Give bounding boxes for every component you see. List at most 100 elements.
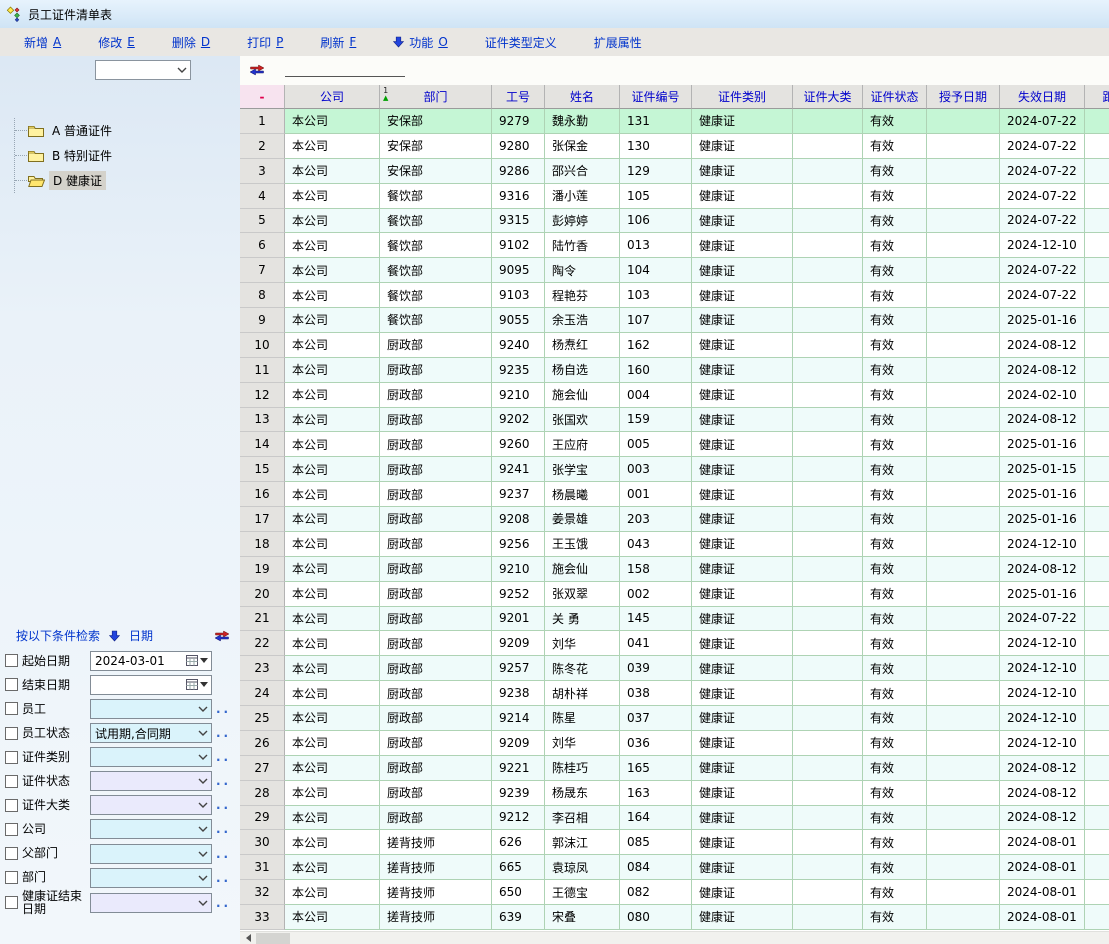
toolbar-button-delete[interactable]: 删除D [172,34,210,51]
combo-cert-status[interactable] [90,771,212,791]
column-header-1[interactable]: 公司 [285,85,380,109]
table-row[interactable]: 27本公司厨政部9221陈桂巧165健康证有效2024-08-12 [240,756,1109,781]
table-row[interactable]: 13本公司厨政部9202张国欢159健康证有效2024-08-12 [240,408,1109,433]
chevron-down-icon[interactable] [198,706,208,712]
table-row[interactable]: 12本公司厨政部9210施会仙004健康证有效2024-02-10 [240,383,1109,408]
browse-dots[interactable]: .. [216,871,231,885]
toolbar-button-cert-type-define[interactable]: 证件类型定义 [485,34,557,51]
chevron-down-icon[interactable] [198,875,208,881]
toolbar-button-refresh[interactable]: 刷新F [320,34,356,51]
checkbox-employee-status[interactable] [5,727,18,740]
table-row[interactable]: 2本公司安保部9280张保金130健康证有效2024-07-22 [240,134,1109,159]
checkbox-health-cert-end-date[interactable] [5,896,18,909]
swap-columns-icon[interactable] [249,63,265,77]
filter-date-label[interactable]: 日期 [129,627,153,644]
chevron-down-icon[interactable] [198,802,208,808]
toolbar-button-print[interactable]: 打印P [247,34,283,51]
column-header-11[interactable]: 距离 [1085,85,1109,109]
toolbar-button-function[interactable]: 功能O [393,34,447,51]
combo-employee-status[interactable]: 试用期,合同期 [90,723,212,743]
chevron-down-icon[interactable] [198,851,208,857]
toolbar-button-extended-props[interactable]: 扩展属性 [594,34,642,51]
tree-item-a[interactable]: A 普通证件 [15,118,116,143]
table-row[interactable]: 22本公司厨政部9209刘华041健康证有效2024-12-10 [240,631,1109,656]
chevron-down-icon[interactable] [198,900,208,906]
browse-dots[interactable]: .. [216,750,231,764]
browse-dots[interactable]: .. [216,774,231,788]
table-row[interactable]: 26本公司厨政部9209刘华036健康证有效2024-12-10 [240,731,1109,756]
combo-cert-bigclass[interactable] [90,795,212,815]
chevron-down-icon[interactable] [198,754,208,760]
toolbar-button-add[interactable]: 新增A [24,34,61,51]
table-row[interactable]: 20本公司厨政部9252张双翠002健康证有效2025-01-16 [240,582,1109,607]
column-header-6[interactable]: 证件类别 [692,85,793,109]
checkbox-start-date[interactable] [5,654,18,667]
checkbox-cert-status[interactable] [5,775,18,788]
horizontal-scrollbar[interactable] [240,931,1109,944]
checkbox-parent-dept[interactable] [5,847,18,860]
column-header-3[interactable]: 工号 [492,85,545,109]
table-row[interactable]: 15本公司厨政部9241张学宝003健康证有效2025-01-15 [240,457,1109,482]
table-row[interactable]: 25本公司厨政部9214陈星037健康证有效2024-12-10 [240,706,1109,731]
table-row[interactable]: 19本公司厨政部9210施会仙158健康证有效2024-08-12 [240,557,1109,582]
table-row[interactable]: 14本公司厨政部9260王应府005健康证有效2025-01-16 [240,432,1109,457]
browse-dots[interactable]: .. [216,896,231,910]
browse-dots[interactable]: .. [216,702,231,716]
toolbar-button-edit[interactable]: 修改E [98,34,135,51]
column-header-0[interactable]: - [240,85,285,109]
table-row[interactable]: 4本公司餐饮部9316潘小莲105健康证有效2024-07-22 [240,184,1109,209]
checkbox-end-date[interactable] [5,678,18,691]
browse-dots[interactable]: .. [216,726,231,740]
table-row[interactable]: 24本公司厨政部9238胡朴祥038健康证有效2024-12-10 [240,681,1109,706]
table-row[interactable]: 1本公司安保部9279魏永勤131健康证有效2024-07-22 [240,109,1109,134]
table-row[interactable]: 9本公司餐饮部9055余玉浩107健康证有效2025-01-16 [240,308,1109,333]
checkbox-dept[interactable] [5,871,18,884]
combo-parent-dept[interactable] [90,844,212,864]
chevron-down-icon[interactable] [198,826,208,832]
column-header-7[interactable]: 证件大类 [793,85,863,109]
date-input-start-date[interactable]: 2024-03-01 [90,651,212,671]
column-header-4[interactable]: 姓名 [545,85,620,109]
table-row[interactable]: 32本公司搓背技师650王德宝082健康证有效2024-08-01 [240,880,1109,905]
date-input-end-date[interactable] [90,675,212,695]
combo-cert-class[interactable] [90,747,212,767]
tree-item-b[interactable]: B 特别证件 [15,143,116,168]
swap-columns-icon[interactable] [214,629,230,643]
table-row[interactable]: 18本公司厨政部9256王玉饿043健康证有效2024-12-10 [240,532,1109,557]
table-row[interactable]: 30本公司搓背技师626郭沫江085健康证有效2024-08-01 [240,830,1109,855]
combo-health-cert-end-date[interactable] [90,893,212,913]
quick-search-input[interactable] [285,57,405,77]
table-row[interactable]: 28本公司厨政部9239杨晟东163健康证有效2024-08-12 [240,781,1109,806]
checkbox-cert-bigclass[interactable] [5,799,18,812]
table-row[interactable]: 23本公司厨政部9257陈冬花039健康证有效2024-12-10 [240,656,1109,681]
table-row[interactable]: 21本公司厨政部9201关 勇145健康证有效2024-07-22 [240,607,1109,632]
column-header-9[interactable]: 授予日期 [927,85,1000,109]
checkbox-cert-class[interactable] [5,751,18,764]
table-row[interactable]: 31本公司搓背技师665袁琼凤084健康证有效2024-08-01 [240,855,1109,880]
combo-company[interactable] [90,819,212,839]
table-row[interactable]: 6本公司餐饮部9102陆竹香013健康证有效2024-12-10 [240,233,1109,258]
tree-item-d[interactable]: D 健康证 [15,168,116,193]
chevron-down-icon[interactable] [198,778,208,784]
table-row[interactable]: 5本公司餐饮部9315彭婷婷106健康证有效2024-07-22 [240,209,1109,234]
calendar-icon[interactable] [186,655,208,666]
scrollbar-thumb[interactable] [256,933,290,944]
column-header-10[interactable]: 失效日期 [1000,85,1085,109]
combo-dept[interactable] [90,868,212,888]
column-header-8[interactable]: 证件状态 [863,85,927,109]
checkbox-company[interactable] [5,823,18,836]
calendar-icon[interactable] [186,679,208,690]
table-row[interactable]: 11本公司厨政部9235杨自选160健康证有效2024-08-12 [240,358,1109,383]
column-header-5[interactable]: 证件编号 [620,85,692,109]
scroll-left-icon[interactable] [240,932,256,944]
table-row[interactable]: 16本公司厨政部9237杨晨曦001健康证有效2025-01-16 [240,482,1109,507]
chevron-down-icon[interactable] [198,730,208,736]
browse-dots[interactable]: .. [216,847,231,861]
table-row[interactable]: 10本公司厨政部9240杨焘红162健康证有效2024-08-12 [240,333,1109,358]
browse-dots[interactable]: .. [216,822,231,836]
table-row[interactable]: 17本公司厨政部9208姜景雄203健康证有效2025-01-16 [240,507,1109,532]
table-row[interactable]: 8本公司餐饮部9103程艳芬103健康证有效2024-07-22 [240,283,1109,308]
cert-type-filter-combo[interactable] [95,60,191,80]
checkbox-employee[interactable] [5,702,18,715]
table-row[interactable]: 7本公司餐饮部9095陶令104健康证有效2024-07-22 [240,258,1109,283]
